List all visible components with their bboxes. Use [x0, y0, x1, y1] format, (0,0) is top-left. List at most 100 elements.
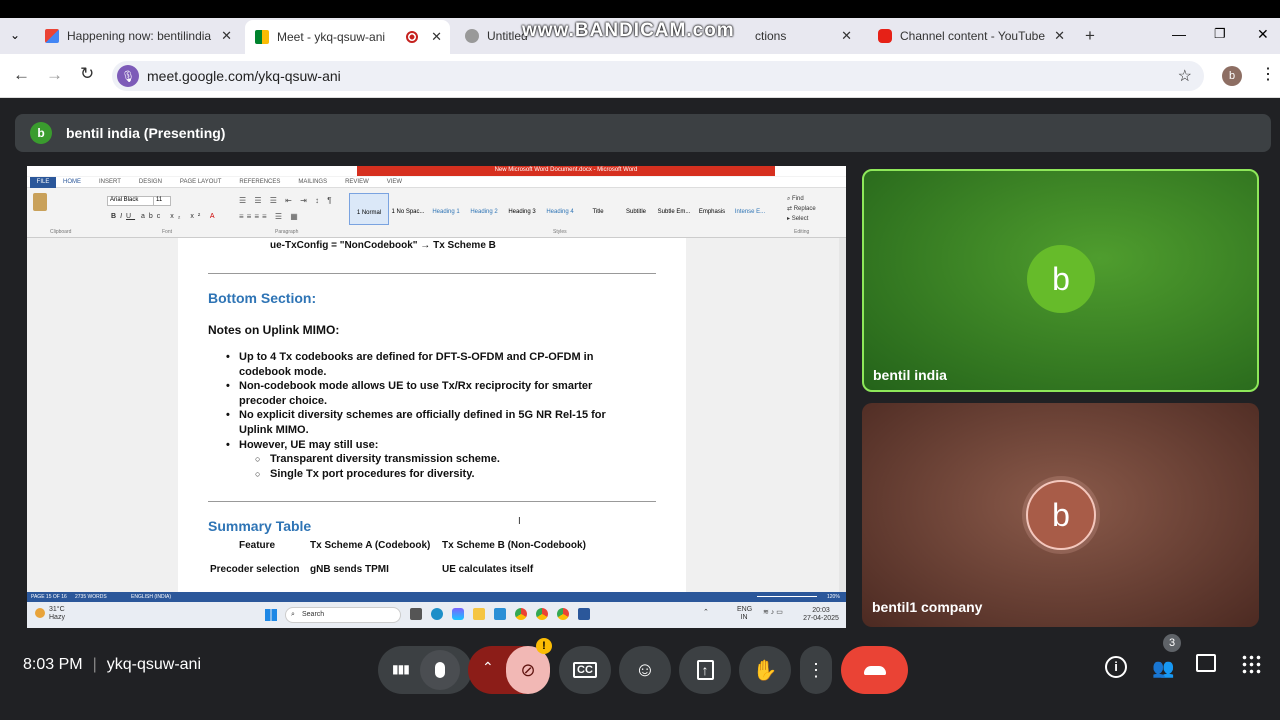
tab-gmail[interactable]: Happening now: bentilindia ✕	[35, 18, 240, 54]
menu-kebab-icon[interactable]: ⋮	[1260, 64, 1276, 84]
new-tab-button[interactable]: +	[1085, 26, 1095, 46]
tab-youtube[interactable]: Channel content - YouTube ✕	[868, 18, 1073, 54]
meet-stage: b bentil india (Presenting) New Microsof…	[0, 98, 1280, 720]
close-tab-icon[interactable]: ✕	[841, 28, 852, 44]
tab-meet[interactable]: Meet - ykq-qsuw-ani ✕	[245, 20, 450, 54]
paragraph-buttons[interactable]: ☰ ☰ ☰ ⇤ ⇥ ↕ ¶	[239, 196, 335, 205]
restore-button[interactable]: ❐	[1214, 26, 1226, 42]
chrome-icon[interactable]	[515, 608, 527, 620]
apps-grid-icon	[1241, 654, 1261, 674]
weather-widget[interactable]: 31°C Hazy	[35, 606, 65, 622]
close-tab-icon[interactable]: ✕	[221, 28, 232, 44]
explorer-icon[interactable]	[473, 608, 485, 620]
paste-icon[interactable]	[33, 193, 47, 211]
copilot-icon[interactable]	[452, 608, 464, 620]
chat-button[interactable]	[1196, 654, 1216, 672]
style-no-spacing[interactable]: 1 No Spac...	[389, 193, 427, 225]
style-heading4[interactable]: Heading 4	[541, 193, 579, 225]
tab-search-icon[interactable]: ⌄	[10, 28, 20, 42]
style-title[interactable]: Title	[579, 193, 617, 225]
store-icon[interactable]	[494, 608, 506, 620]
editing-group: ⌕ Find ⇄ Replace ▸ Select	[787, 194, 816, 224]
close-tab-icon[interactable]: ✕	[1054, 28, 1065, 44]
watermark: www.BANDICAM.com	[522, 20, 735, 41]
style-subtle-emphasis[interactable]: Subtle Em...	[655, 193, 693, 225]
bookmark-star-icon[interactable]: ☆	[1178, 66, 1192, 86]
minimize-button[interactable]: —	[1172, 26, 1186, 42]
menu-review[interactable]: REVIEW	[345, 179, 369, 185]
meeting-details-button[interactable]: i	[1105, 656, 1127, 678]
pinned-apps	[410, 608, 590, 620]
select-label: Select	[791, 216, 809, 222]
mic-permission-icon[interactable]: 🎙	[117, 65, 139, 87]
style-emphasis[interactable]: Emphasis	[693, 193, 731, 225]
menu-insert[interactable]: INSERT	[99, 179, 121, 185]
style-heading2[interactable]: Heading 2	[465, 193, 503, 225]
style-heading1[interactable]: Heading 1	[427, 193, 465, 225]
chrome-icon-3[interactable]	[557, 608, 569, 620]
chrome-icon-2[interactable]	[536, 608, 548, 620]
meeting-code: ykq-qsuw-ani	[106, 656, 202, 673]
camera-options-button[interactable]: ⌃	[482, 659, 494, 676]
document-area[interactable]: ue-TxConfig = "NonCodebook" → Tx Scheme …	[27, 238, 846, 592]
participant-tile[interactable]: b bentil india	[862, 169, 1259, 392]
captions-button[interactable]: CC	[559, 646, 611, 694]
zoom-slider[interactable]	[757, 596, 817, 597]
edge-icon[interactable]	[431, 608, 443, 620]
address-bar[interactable]: 🎙 meet.google.com/ykq-qsuw-ani ☆	[112, 61, 1204, 91]
style-subtitle[interactable]: Subtitle	[617, 193, 655, 225]
input-language[interactable]: ENG	[737, 606, 752, 614]
menu-home[interactable]: HOME	[63, 179, 81, 185]
tray-chevron-icon[interactable]: ⌃	[703, 609, 709, 617]
table-header-cell: Feature	[239, 540, 276, 551]
vertical-scrollbar[interactable]	[839, 238, 846, 592]
emoji-icon: ☺	[634, 658, 656, 681]
menu-mailings[interactable]: MAILINGS	[298, 179, 327, 185]
info-icon: i	[1114, 659, 1118, 674]
divider: |	[92, 656, 97, 673]
leave-call-button[interactable]	[841, 646, 908, 694]
word-ribbon: New Microsoft Word Document.docx - Micro…	[27, 166, 846, 238]
find-button[interactable]: ⌕ Find	[787, 194, 816, 204]
wifi-volume-battery-icons[interactable]: ≋ ♪ ▭	[763, 609, 783, 617]
activities-button[interactable]	[1241, 654, 1261, 674]
font-size-box[interactable]: 11	[153, 196, 171, 206]
emoji-button[interactable]: ☺	[619, 646, 671, 694]
styles-gallery: 1 Normal 1 No Spac... Heading 1 Heading …	[349, 193, 769, 225]
more-options-button[interactable]: ⋮	[800, 646, 832, 694]
word-app-icon[interactable]	[578, 608, 590, 620]
shared-screen: New Microsoft Word Document.docx - Micro…	[27, 166, 846, 628]
menu-design[interactable]: DESIGN	[139, 179, 162, 185]
menu-view[interactable]: VIEW	[387, 179, 402, 185]
camera-off-icon: ⊘	[520, 659, 536, 680]
align-buttons[interactable]: ≡≡≡≡ ☰ ▦	[239, 212, 301, 221]
style-intense-emphasis[interactable]: Intense E...	[731, 193, 769, 225]
close-window-button[interactable]: ✕	[1257, 26, 1269, 43]
table-header-cell: Tx Scheme B (Non-Codebook)	[442, 540, 586, 551]
people-button[interactable]: 👥 3	[1150, 634, 1181, 680]
document-page[interactable]: ue-TxConfig = "NonCodebook" → Tx Scheme …	[178, 238, 686, 592]
close-tab-icon[interactable]: ✕	[431, 29, 442, 45]
style-heading3[interactable]: Heading 3	[503, 193, 541, 225]
find-label: Find	[792, 196, 804, 202]
font-format-buttons[interactable]: BIU abc x₂ x² A	[111, 213, 218, 220]
select-button[interactable]: ▸ Select	[787, 214, 816, 224]
forward-button[interactable]: →	[46, 65, 63, 85]
mic-button[interactable]	[420, 650, 460, 690]
input-region: IN	[740, 614, 748, 621]
taskview-icon[interactable]	[410, 608, 422, 620]
menu-page-layout[interactable]: PAGE LAYOUT	[180, 179, 221, 185]
profile-avatar[interactable]: b	[1222, 66, 1242, 86]
participant-tile[interactable]: b bentil1 company	[862, 403, 1259, 627]
back-button[interactable]: ←	[13, 65, 30, 85]
reload-button[interactable]: ↻	[80, 64, 94, 84]
menu-references[interactable]: REFERENCES	[239, 179, 280, 185]
raise-hand-button[interactable]: ✋	[739, 646, 791, 694]
taskbar-search[interactable]: ⌕ Search	[285, 607, 401, 623]
replace-button[interactable]: ⇄ Replace	[787, 204, 816, 214]
start-icon[interactable]	[265, 609, 277, 621]
word-file-tab[interactable]: FILE	[30, 177, 56, 188]
present-button[interactable]: ↑	[679, 646, 731, 694]
style-normal[interactable]: 1 Normal	[349, 193, 389, 225]
clock[interactable]: 20:03 27-04-2025	[801, 607, 841, 623]
